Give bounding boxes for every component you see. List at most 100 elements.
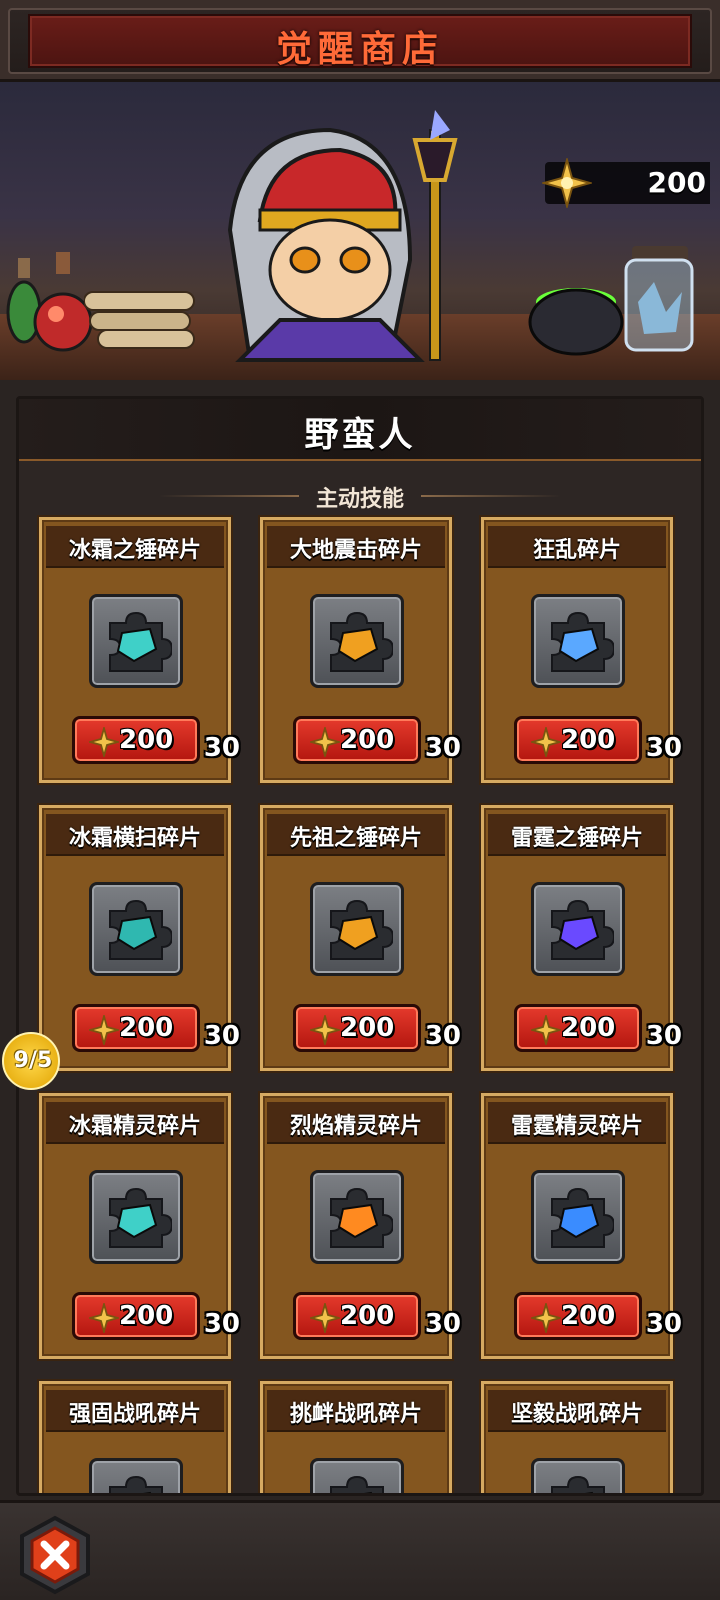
page-title: 觉醒商店: [275, 29, 444, 70]
item-slot[interactable]: 30: [531, 882, 682, 1051]
card-title-bar: 强固战吼碎片: [46, 1390, 224, 1432]
card-title-bar: 坚毅战吼碎片: [488, 1390, 666, 1432]
bottom-bar: [0, 1500, 720, 1600]
item-slot[interactable]: 30: [89, 882, 240, 1051]
item-slot[interactable]: [310, 1458, 404, 1493]
card-title-bar: 烈焰精灵碎片: [267, 1102, 445, 1144]
item-name: 大地震击碎片: [289, 538, 422, 563]
item-slot[interactable]: [89, 1458, 183, 1493]
buy-button[interactable]: 200: [514, 1292, 642, 1340]
buy-button[interactable]: 200: [293, 1004, 421, 1052]
buy-price: 200: [340, 1013, 395, 1043]
item-slot[interactable]: 30: [89, 594, 240, 763]
shop-panel: 野蛮人 主动技能 冰霜之锤碎片 30 200 大地震击碎片 30 200 狂乱碎…: [16, 396, 704, 1496]
shop-item-card[interactable]: 挑衅战吼碎片: [260, 1381, 452, 1493]
shop-item-card[interactable]: 雷霆之锤碎片 30 200: [481, 805, 682, 1071]
item-quantity: 30: [203, 1021, 240, 1051]
item-name: 雷霆之锤碎片: [510, 826, 643, 851]
gold-cross-icon: [89, 727, 119, 757]
item-name: 狂乱碎片: [532, 538, 621, 563]
buy-price: 200: [119, 725, 174, 755]
gold-cross-icon: [310, 1303, 340, 1333]
hero-name: 野蛮人: [304, 415, 416, 455]
shop-item-card[interactable]: 冰霜之锤碎片 30 200: [39, 517, 240, 783]
item-quantity: 30: [203, 1309, 240, 1339]
item-quantity: 30: [645, 1021, 682, 1051]
buy-button[interactable]: 200: [72, 1004, 200, 1052]
item-slot[interactable]: 30: [310, 594, 461, 763]
gold-cross-icon: [531, 1303, 561, 1333]
gold-cross-icon: [310, 1015, 340, 1045]
skill-fragment-icon: [551, 899, 614, 960]
shop-item-card[interactable]: 冰霜精灵碎片 30 200: [39, 1093, 240, 1359]
card-title-bar: 挑衅战吼碎片: [267, 1390, 445, 1432]
gold-cross-icon: [89, 1015, 119, 1045]
item-name: 冰霜之锤碎片: [68, 538, 201, 563]
buy-price: 200: [340, 725, 395, 755]
buy-button[interactable]: 200: [72, 1292, 200, 1340]
gold-cross-icon: [542, 158, 592, 208]
item-slot[interactable]: [531, 1458, 625, 1493]
card-title-bar: 冰霜精灵碎片: [46, 1102, 224, 1144]
skill-fragment-icon: [330, 899, 393, 960]
skill-fragment-icon: [109, 1187, 172, 1248]
skill-fragment-icon: [109, 899, 172, 960]
item-quantity: 30: [424, 1021, 461, 1051]
buy-price: 200: [119, 1013, 174, 1043]
shop-item-card[interactable]: 大地震击碎片 30 200: [260, 517, 461, 783]
card-title-bar: 冰霜横扫碎片: [46, 814, 224, 856]
item-name: 挑衅战吼碎片: [289, 1402, 422, 1427]
currency-amount: 200: [647, 166, 706, 199]
skill-fragment-icon: [109, 1475, 163, 1493]
card-title-bar: 狂乱碎片: [488, 526, 666, 568]
item-name: 坚毅战吼碎片: [510, 1402, 643, 1427]
gold-cross-icon: [531, 727, 561, 757]
buy-price: 200: [561, 1013, 616, 1043]
buy-price: 200: [119, 1301, 174, 1331]
item-quantity: 30: [645, 1309, 682, 1339]
buy-price: 200: [340, 1301, 395, 1331]
buy-button[interactable]: 200: [514, 1004, 642, 1052]
buy-button[interactable]: 200: [72, 716, 200, 764]
gold-cross-icon: [531, 1015, 561, 1045]
progress-badge[interactable]: 9/5: [2, 1032, 60, 1090]
skill-fragment-icon: [109, 611, 172, 672]
cauldron-and-jar-icon: [528, 246, 694, 356]
close-icon[interactable]: [14, 1514, 96, 1596]
item-name: 冰霜精灵碎片: [68, 1114, 201, 1139]
skill-fragment-icon: [330, 1475, 384, 1493]
item-name: 先祖之锤碎片: [289, 826, 422, 851]
shop-item-card[interactable]: 强固战吼碎片: [39, 1381, 231, 1493]
shop-item-card[interactable]: 狂乱碎片 30 200: [481, 517, 682, 783]
buy-button[interactable]: 200: [293, 1292, 421, 1340]
shop-item-card[interactable]: 先祖之锤碎片 30 200: [260, 805, 461, 1071]
card-title-bar: 大地震击碎片: [267, 526, 445, 568]
buy-button[interactable]: 200: [514, 716, 642, 764]
item-quantity: 30: [645, 733, 682, 763]
item-slot[interactable]: 30: [310, 882, 461, 1051]
item-slot[interactable]: 30: [531, 1170, 682, 1339]
skill-fragment-icon: [330, 1187, 393, 1248]
item-slot[interactable]: 30: [310, 1170, 461, 1339]
item-slot[interactable]: 30: [89, 1170, 240, 1339]
skill-fragment-icon: [330, 611, 393, 672]
item-name: 烈焰精灵碎片: [289, 1114, 422, 1139]
shopkeeper-wizard: [227, 110, 458, 362]
item-quantity: 30: [203, 733, 240, 763]
gold-cross-icon: [89, 1303, 119, 1333]
card-title-bar: 冰霜之锤碎片: [46, 526, 224, 568]
item-name: 强固战吼碎片: [68, 1402, 201, 1427]
scrolls-icon: [84, 291, 195, 349]
card-title-bar: 先祖之锤碎片: [267, 814, 445, 856]
shop-item-card[interactable]: 冰霜横扫碎片 30 200: [39, 805, 240, 1071]
section-header: 主动技能: [19, 481, 701, 512]
item-slot[interactable]: 30: [531, 594, 682, 763]
item-quantity: 30: [424, 1309, 461, 1339]
shop-item-card[interactable]: 雷霆精灵碎片 30 200: [481, 1093, 682, 1359]
shop-item-card[interactable]: 烈焰精灵碎片 30 200: [260, 1093, 461, 1359]
buy-button[interactable]: 200: [293, 716, 421, 764]
shop-item-card[interactable]: 坚毅战吼碎片: [481, 1381, 673, 1493]
shop-header: 觉醒商店: [0, 0, 720, 82]
item-name: 雷霆精灵碎片: [510, 1114, 643, 1139]
shopkeeper-banner: 200: [0, 82, 720, 380]
